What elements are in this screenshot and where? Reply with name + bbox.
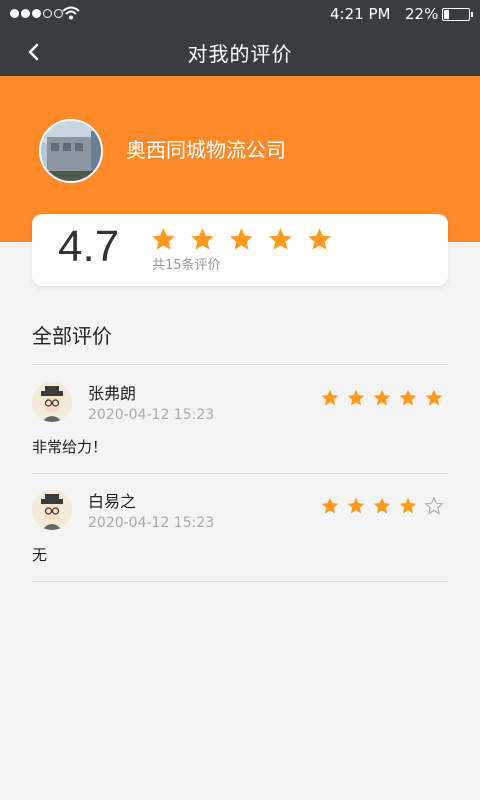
star-empty-icon xyxy=(424,496,444,515)
star-filled-icon xyxy=(321,497,339,514)
review-item: 张弗朗 2020-04-12 15:23 非常给力！ xyxy=(32,366,448,474)
section-title: 全部评价 xyxy=(32,324,112,348)
star-filled-icon xyxy=(399,389,417,406)
reviewer-avatar xyxy=(32,382,72,422)
star-filled-icon xyxy=(321,389,339,406)
star-filled-icon xyxy=(152,228,175,250)
star-filled-icon xyxy=(269,228,292,250)
battery-percentage: 22% xyxy=(405,5,439,23)
battery-icon xyxy=(442,8,473,21)
review-stars xyxy=(320,496,444,516)
review-item: 白易之 2020-04-12 15:23 无 xyxy=(32,474,448,582)
average-score: 4.7 xyxy=(58,222,120,271)
reviewer-avatar xyxy=(32,490,72,530)
review-count: 共15条评价 xyxy=(152,258,221,273)
star-filled-icon xyxy=(308,228,331,250)
reviewer-name: 张弗朗 xyxy=(88,384,137,403)
star-filled-icon xyxy=(373,497,391,514)
divider xyxy=(32,364,448,365)
company-avatar xyxy=(39,119,103,183)
status-time: 4:21 PM xyxy=(330,5,391,23)
star-filled-icon xyxy=(399,497,417,514)
star-filled-icon xyxy=(191,228,214,250)
review-stars xyxy=(320,388,444,408)
signal-strength-icon xyxy=(10,9,63,18)
star-filled-icon xyxy=(347,497,365,514)
review-text: 无 xyxy=(32,546,48,564)
star-filled-icon xyxy=(373,389,391,406)
star-filled-icon xyxy=(230,228,253,250)
review-date: 2020-04-12 15:23 xyxy=(88,407,215,423)
battery-fill xyxy=(444,10,450,19)
wifi-icon xyxy=(62,6,80,20)
rating-summary-card: 4.7 共15条评价 xyxy=(32,214,448,286)
star-filled-icon xyxy=(425,389,443,406)
nav-bar: 对我的评价 xyxy=(0,28,480,76)
review-date: 2020-04-12 15:23 xyxy=(88,515,215,531)
review-text: 非常给力！ xyxy=(32,438,108,456)
company-name: 奥西同城物流公司 xyxy=(126,138,286,162)
summary-stars xyxy=(150,226,333,253)
status-bar: 4:21 PM 22% xyxy=(0,0,480,28)
page-title: 对我的评价 xyxy=(187,42,293,66)
star-filled-icon xyxy=(347,389,365,406)
reviewer-name: 白易之 xyxy=(88,492,137,511)
divider xyxy=(32,581,448,582)
